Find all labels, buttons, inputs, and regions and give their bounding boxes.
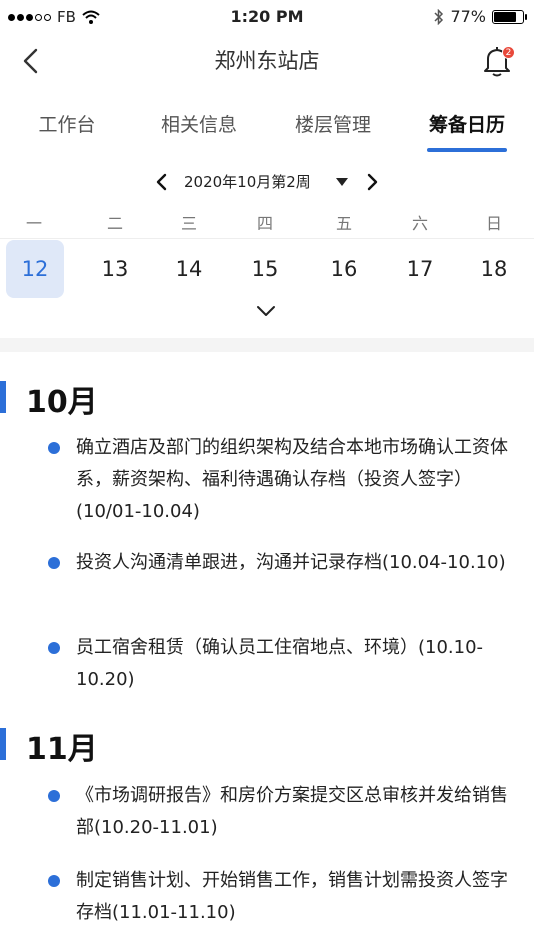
status-bar: FB 1:20 PM 77% <box>0 0 534 34</box>
month-title: 10月 <box>26 385 98 420</box>
list-bullet <box>48 442 60 454</box>
list-item: 投资人沟通清单跟进，沟通并记录存档(10.04-10.10) <box>76 552 506 573</box>
status-right: 77% <box>434 7 527 26</box>
weekday-mon: 一 <box>25 214 42 233</box>
list-bullet <box>48 557 60 569</box>
list-bullet <box>48 875 60 887</box>
weekday-wed: 三 <box>180 214 197 233</box>
next-week-chevron-icon[interactable] <box>362 170 382 194</box>
date-cell-selected[interactable]: 12 <box>6 240 64 298</box>
weekday-tue: 二 <box>106 214 123 233</box>
section-separator <box>0 338 534 352</box>
nav-bar: 郑州东站店 2 <box>0 34 534 88</box>
list-item: 《市场调研报告》和房价方案提交区总审核并发给销售部(10.20-11.01) <box>76 785 508 838</box>
tab-related-info[interactable]: 相关信息 <box>144 110 254 137</box>
notification-button[interactable]: 2 <box>482 44 515 78</box>
tab-workbench[interactable]: 工作台 <box>12 110 122 137</box>
battery-level <box>494 11 516 22</box>
weekday-thu: 四 <box>256 214 273 233</box>
page-title: 郑州东站店 <box>214 49 320 73</box>
month-accent-bar <box>0 381 6 413</box>
battery-percent: 77% <box>450 7 486 26</box>
list-item: 制定销售计划、开始销售工作，销售计划需投资人签字存档(11.01-11.10) <box>76 870 508 923</box>
tab-prep-calendar[interactable]: 筹备日历 <box>412 110 522 137</box>
active-tab-indicator <box>427 148 507 152</box>
list-bullet <box>48 790 60 802</box>
divider <box>0 238 534 239</box>
notification-badge: 2 <box>502 46 515 59</box>
date-cell[interactable]: 17 <box>391 240 449 298</box>
week-label[interactable]: 2020年10月第2周 <box>184 171 311 192</box>
weekday-sat: 六 <box>411 214 428 233</box>
month-accent-bar <box>0 728 6 760</box>
date-cell[interactable]: 16 <box>315 240 373 298</box>
battery-icon <box>492 9 527 24</box>
month-title: 11月 <box>26 732 98 767</box>
tab-floor-management[interactable]: 楼层管理 <box>278 110 388 137</box>
list-item: 员工宿舍租赁（确认员工住宿地点、环境）(10.10-10.20) <box>76 637 484 690</box>
week-selector: 2020年10月第2周 <box>0 168 534 196</box>
list-item: 确立酒店及部门的组织架构及结合本地市场确认工资体系，薪资架构、福利待遇确认存档（… <box>76 437 508 522</box>
list-bullet <box>48 642 60 654</box>
date-cell[interactable]: 14 <box>160 240 218 298</box>
prev-week-chevron-icon[interactable] <box>152 170 172 194</box>
weekday-fri: 五 <box>335 214 352 233</box>
date-cell[interactable]: 18 <box>465 240 523 298</box>
date-cell[interactable]: 13 <box>86 240 144 298</box>
date-cell[interactable]: 15 <box>236 240 294 298</box>
week-dropdown-caret-icon[interactable] <box>335 176 349 188</box>
bluetooth-icon <box>434 8 444 25</box>
expand-calendar-chevron-down-icon[interactable] <box>254 302 278 320</box>
weekday-sun: 日 <box>485 214 502 233</box>
